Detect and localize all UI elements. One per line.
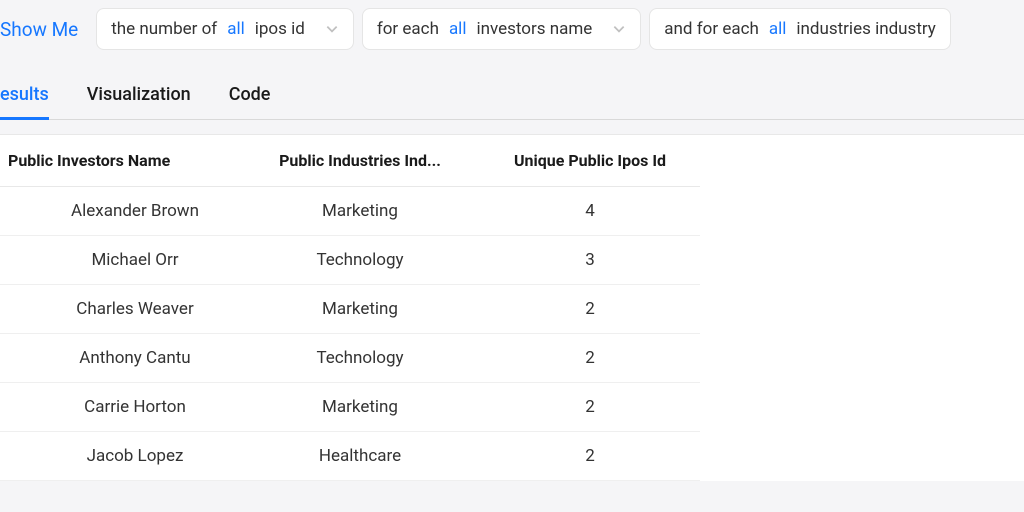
- results-table-wrapper: Public Investors Name Public Industries …: [0, 134, 1024, 481]
- table-row: Michael OrrTechnology3: [0, 236, 700, 285]
- cell-industry: Marketing: [240, 187, 480, 236]
- cell-industry: Healthcare: [240, 432, 480, 481]
- filter-scope: all: [449, 19, 467, 39]
- cell-count: 2: [480, 432, 700, 481]
- cell-investor-name: Alexander Brown: [0, 187, 240, 236]
- results-table: Public Investors Name Public Industries …: [0, 135, 700, 481]
- cell-industry: Marketing: [240, 383, 480, 432]
- table-row: Anthony CantuTechnology2: [0, 334, 700, 383]
- filter-scope: all: [769, 19, 787, 39]
- tab-visualization[interactable]: Visualization: [87, 84, 191, 119]
- filter-field: investors name: [476, 19, 592, 39]
- table-row: Charles WeaverMarketing2: [0, 285, 700, 334]
- cell-count: 2: [480, 285, 700, 334]
- cell-investor-name: Jacob Lopez: [0, 432, 240, 481]
- column-header-ipos-id[interactable]: Unique Public Ipos Id: [480, 135, 700, 187]
- filter-scope: all: [227, 19, 245, 39]
- cell-investor-name: Carrie Horton: [0, 383, 240, 432]
- tabs: esults Visualization Code: [0, 84, 1024, 120]
- cell-industry: Technology: [240, 236, 480, 285]
- cell-investor-name: Anthony Cantu: [0, 334, 240, 383]
- table-header-row: Public Investors Name Public Industries …: [0, 135, 700, 187]
- chevron-down-icon[interactable]: [325, 22, 339, 36]
- column-header-industries[interactable]: Public Industries Ind...: [240, 135, 480, 187]
- cell-industry: Technology: [240, 334, 480, 383]
- cell-investor-name: Charles Weaver: [0, 285, 240, 334]
- query-builder-bar: Show Me the number of all ipos id for ea…: [0, 0, 1024, 58]
- cell-count: 2: [480, 334, 700, 383]
- filter-box-groupby-1[interactable]: for each all investors name: [362, 8, 641, 50]
- cell-count: 3: [480, 236, 700, 285]
- filter-field: ipos id: [255, 19, 305, 39]
- show-me-label: Show Me: [0, 18, 88, 41]
- cell-industry: Marketing: [240, 285, 480, 334]
- table-row: Alexander BrownMarketing4: [0, 187, 700, 236]
- filter-prefix: for each: [377, 19, 439, 39]
- cell-count: 4: [480, 187, 700, 236]
- filter-field: industries industry: [796, 19, 936, 39]
- table-row: Carrie HortonMarketing2: [0, 383, 700, 432]
- filter-prefix: and for each: [664, 19, 759, 39]
- filter-prefix: the number of: [111, 19, 217, 39]
- chevron-down-icon[interactable]: [612, 22, 626, 36]
- column-header-investors-name[interactable]: Public Investors Name: [0, 135, 240, 187]
- filter-box-metric[interactable]: the number of all ipos id: [96, 8, 354, 50]
- tab-code[interactable]: Code: [229, 84, 271, 119]
- cell-count: 2: [480, 383, 700, 432]
- tab-results[interactable]: esults: [0, 84, 49, 119]
- filter-box-groupby-2[interactable]: and for each all industries industry: [649, 8, 951, 50]
- table-row: Jacob LopezHealthcare2: [0, 432, 700, 481]
- cell-investor-name: Michael Orr: [0, 236, 240, 285]
